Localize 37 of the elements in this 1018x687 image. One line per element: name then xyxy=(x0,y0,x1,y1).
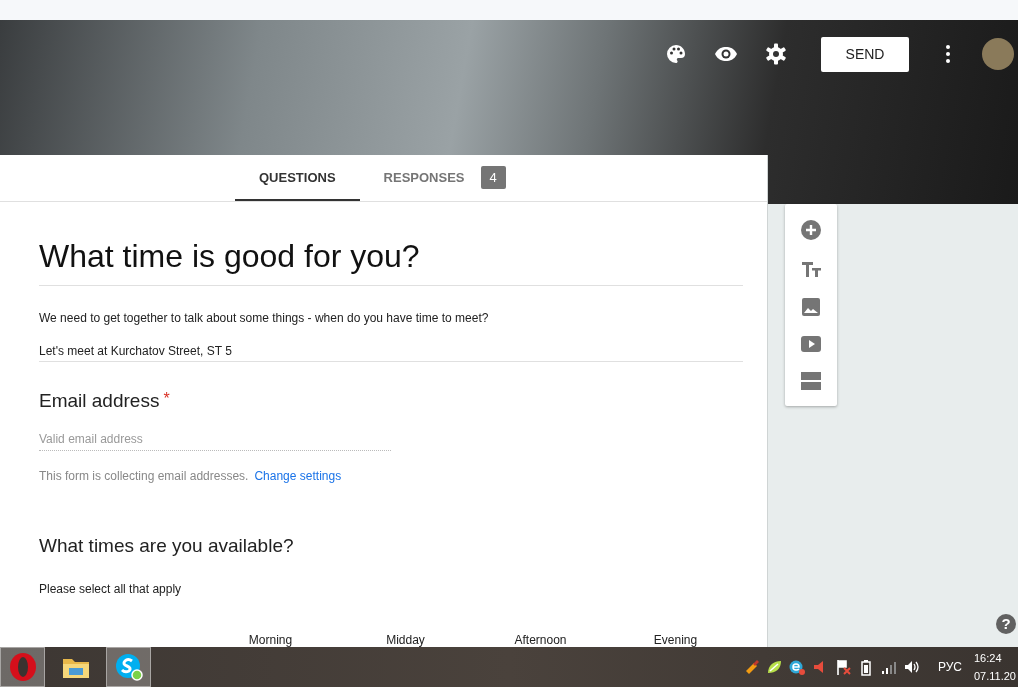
question-title[interactable]: Email address xyxy=(39,390,160,412)
chat-icon xyxy=(113,652,144,682)
column-header: Afternoon xyxy=(513,633,568,647)
column-header: Evening xyxy=(652,633,699,647)
form-description[interactable]: We need to get together to talk about some things - when do you have time to meet? xyxy=(39,311,743,325)
taskbar-button[interactable] xyxy=(106,647,151,687)
help-button[interactable]: ? xyxy=(996,614,1016,634)
form-title[interactable]: What time is good for you? xyxy=(39,202,743,286)
required-mark: * xyxy=(163,390,170,409)
more-options-icon[interactable] xyxy=(945,44,951,64)
clock-time[interactable]: 16:24 xyxy=(974,649,1016,667)
palette-icon[interactable] xyxy=(665,43,687,65)
language-indicator[interactable]: РУС xyxy=(937,660,962,674)
count-badge: 4 xyxy=(480,165,506,189)
change-settings-link[interactable]: Change settings xyxy=(254,469,342,483)
send-button[interactable]: SEND xyxy=(821,36,909,72)
column-header: Morning xyxy=(247,633,294,647)
form-location[interactable]: Let's meet at Kurchatov Street, ST 5 xyxy=(39,344,743,362)
add-icon[interactable] xyxy=(801,220,821,240)
taskbar-button[interactable] xyxy=(0,647,45,687)
leaf-icon[interactable] xyxy=(765,658,782,676)
image-icon[interactable] xyxy=(802,298,820,316)
flag-icon[interactable] xyxy=(834,658,851,676)
section-icon[interactable] xyxy=(801,372,821,390)
tab[interactable]: RESPONSES 4 xyxy=(359,155,530,201)
settings-icon[interactable] xyxy=(765,43,787,65)
tab[interactable]: QUESTIONS xyxy=(235,155,360,201)
question-description: Please select all that apply xyxy=(39,582,183,596)
e-badge-icon[interactable] xyxy=(788,658,805,676)
text-icon[interactable] xyxy=(801,260,821,278)
video-icon[interactable] xyxy=(801,336,821,352)
browser-icon xyxy=(7,652,38,682)
clock-date[interactable]: 07.11.20 xyxy=(974,667,1016,685)
avatar[interactable] xyxy=(982,38,1014,70)
question-title[interactable]: What times are you available? xyxy=(39,535,294,557)
column-header: Midday xyxy=(385,633,426,647)
note-text: This form is collecting email addresses. xyxy=(39,469,249,483)
